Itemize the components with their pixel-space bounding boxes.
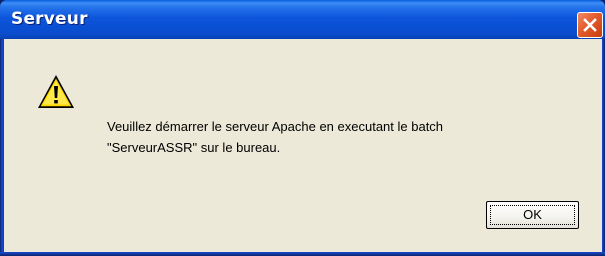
close-button[interactable] [577, 12, 603, 38]
ok-button[interactable]: OK [486, 201, 579, 229]
ok-button-label: OK [523, 207, 542, 222]
message-line-1: Veuillez démarrer le serveur Apache en e… [107, 119, 444, 134]
window-title: Serveur [11, 9, 88, 29]
message-line-2: "ServeurASSR" sur le bureau. [107, 140, 281, 155]
title-bar[interactable]: Serveur [0, 0, 605, 39]
window-border-bottom [0, 252, 605, 256]
warning-icon [38, 75, 74, 108]
dialog-message: Veuillez démarrer le serveur Apache en e… [107, 116, 577, 158]
message-dialog: Serveur Veuillez démarrer le serveur Apa… [0, 0, 605, 256]
close-icon [583, 18, 597, 32]
